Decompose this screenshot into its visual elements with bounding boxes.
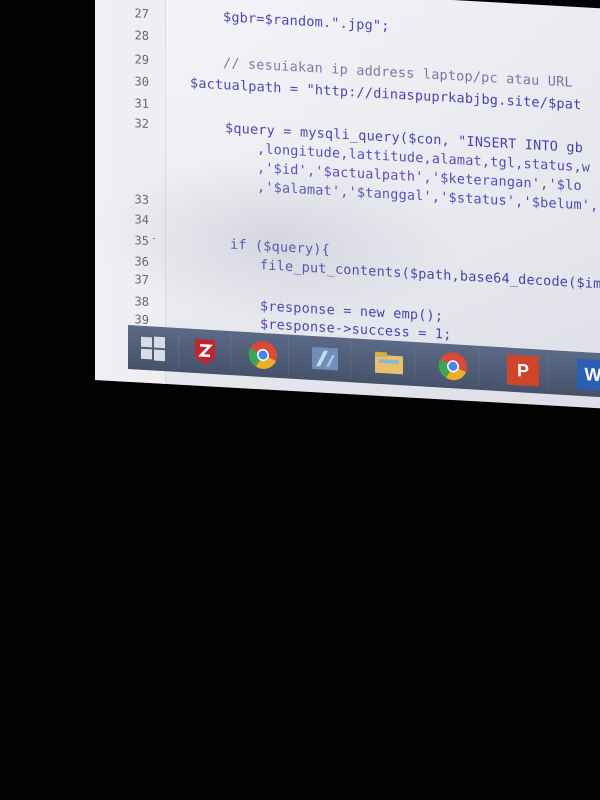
taskbar-chrome[interactable] [238, 334, 289, 376]
taskbar-word[interactable]: W [568, 354, 600, 395]
line-number: 29 [134, 52, 149, 68]
line-number: 33 [134, 192, 149, 208]
windows-start-icon [141, 336, 165, 362]
app-icon-blue [312, 346, 338, 371]
code-line[interactable]: file_put_contents($path,base64_decode($i… [260, 257, 600, 293]
line-number: 32 [134, 116, 149, 132]
taskbar-powerpoint[interactable]: P [498, 349, 549, 392]
line-number: 38 [134, 294, 149, 310]
line-number: 31 [134, 96, 149, 112]
line-number: 30 [134, 74, 149, 90]
powerpoint-icon: P [507, 354, 539, 387]
taskbar-app-blue[interactable] [300, 338, 351, 380]
file-explorer-icon [375, 351, 403, 375]
taskbar-file-explorer[interactable] [364, 342, 415, 384]
start-button[interactable] [128, 328, 179, 370]
powerpoint-letter: P [516, 359, 529, 381]
fold-marker-icon[interactable]: - [151, 233, 157, 244]
code-line[interactable]: $gbr=$random.".jpg"; [223, 9, 390, 34]
code-line[interactable]: if ($query){ [230, 237, 330, 259]
line-number: 34 [134, 212, 149, 228]
taskbar-chrome-2[interactable] [428, 345, 479, 387]
taskbar-app-z[interactable] [180, 331, 231, 373]
z-app-icon [195, 338, 215, 365]
chrome-icon [438, 352, 467, 381]
chrome-icon [248, 340, 277, 370]
line-number: 27 [134, 6, 149, 22]
word-letter: W [584, 363, 600, 385]
word-icon: W [577, 358, 600, 391]
line-number: 37 [134, 272, 149, 288]
line-number: 28 [134, 28, 149, 44]
line-number: 36 [134, 254, 149, 270]
line-number: 35 [134, 233, 149, 249]
